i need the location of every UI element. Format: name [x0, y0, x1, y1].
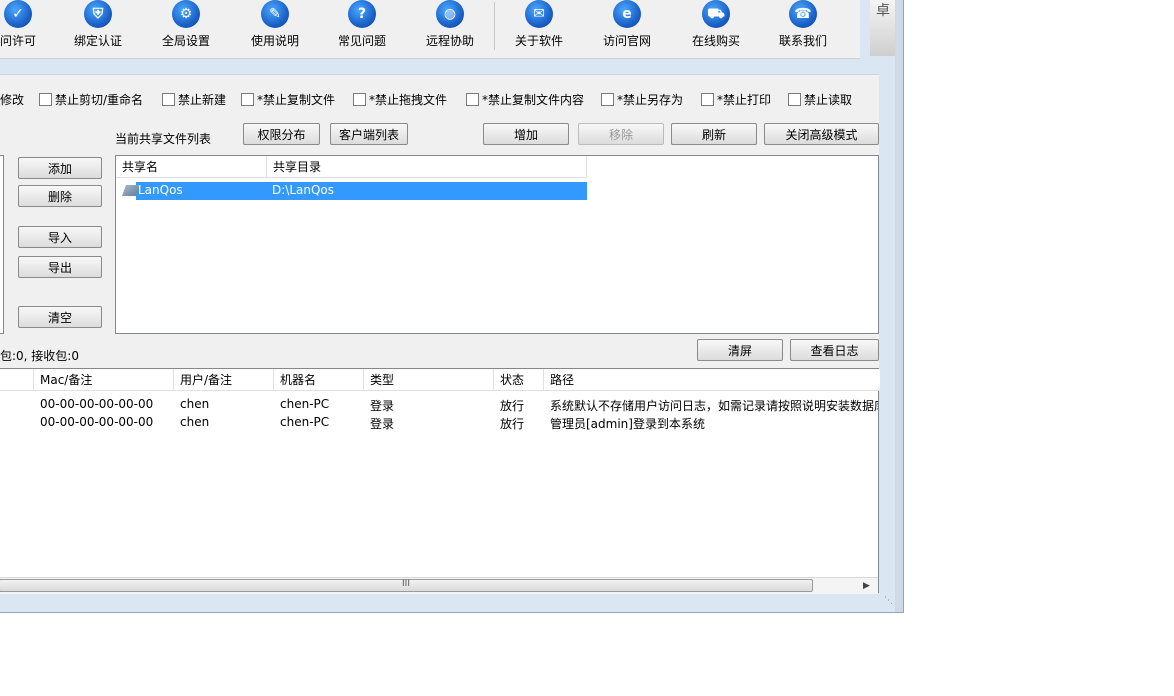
- column-header-blank[interactable]: [0, 369, 34, 391]
- cart-icon: ⛟: [702, 0, 730, 28]
- clear-screen-button[interactable]: 清屏: [697, 339, 783, 361]
- column-header-path[interactable]: 路径: [544, 369, 880, 391]
- column-header-machine[interactable]: 机器名: [274, 369, 364, 391]
- question-icon: ?: [348, 0, 376, 28]
- checkbox-box[interactable]: [241, 93, 254, 106]
- column-header-status[interactable]: 状态: [494, 369, 544, 391]
- add-user-button[interactable]: 添加: [18, 157, 102, 179]
- column-header-share-name[interactable]: 共享名: [116, 156, 267, 178]
- log-type-cell: 登录: [370, 399, 395, 413]
- log-path-cell: 管理员[admin]登录到本系统: [550, 417, 705, 431]
- column-header-user[interactable]: 用户/备注: [174, 369, 274, 391]
- checkbox-box[interactable]: [162, 93, 175, 106]
- checkbox-box[interactable]: [39, 93, 52, 106]
- checkbox-box[interactable]: [788, 93, 801, 106]
- toolbar-website-button[interactable]: e 访问官网: [595, 0, 659, 58]
- log-user-cell: chen: [180, 415, 210, 429]
- toolbar-faq-button[interactable]: ? 常见问题: [330, 0, 394, 58]
- log-type-cell: 登录: [370, 417, 395, 431]
- toolbar: ✓ 问许可 ⛨ 绑定认证 ⚙ 全局设置 ✎ 使用说明 ? 常见问题 ◍ 远程协助…: [0, 0, 860, 59]
- main-window: ✓ 问许可 ⛨ 绑定认证 ⚙ 全局设置 ✎ 使用说明 ? 常见问题 ◍ 远程协助…: [0, 0, 904, 613]
- toolbar-about-button[interactable]: ✉ 关于软件: [507, 0, 571, 58]
- restrict-drag-file-checkbox[interactable]: *禁止拖拽文件: [353, 91, 447, 108]
- remove-share-button[interactable]: 移除: [578, 123, 664, 145]
- key-icon: ✓: [4, 0, 32, 28]
- toolbar-manual-button[interactable]: ✎ 使用说明: [243, 0, 307, 58]
- log-table[interactable]: Mac/备注 用户/备注 机器名 类型 状态 路径 00-00-00-00-00…: [0, 368, 880, 594]
- window-edge-scrollbar[interactable]: [895, 0, 903, 612]
- user-list-box[interactable]: [0, 155, 4, 334]
- globe-icon: ◍: [436, 0, 464, 28]
- refresh-button[interactable]: 刷新: [671, 123, 757, 145]
- restrict-copy-content-checkbox[interactable]: *禁止复制文件内容: [466, 91, 584, 108]
- graduation-cap-icon: ✎: [261, 0, 289, 28]
- view-log-button[interactable]: 查看日志: [790, 339, 879, 361]
- ie-icon: e: [613, 0, 641, 28]
- shares-title: 当前共享文件列表: [115, 132, 212, 146]
- toolbar-buy-online-button[interactable]: ⛟ 在线购买: [684, 0, 748, 58]
- toolbar-bind-auth-button[interactable]: ⛨ 绑定认证: [66, 0, 130, 58]
- column-header-type[interactable]: 类型: [364, 369, 494, 391]
- restrict-print-checkbox[interactable]: *禁止打印: [701, 91, 771, 108]
- restrict-copy-file-checkbox[interactable]: *禁止复制文件: [241, 91, 335, 108]
- close-advanced-mode-button[interactable]: 关闭高级模式: [764, 123, 879, 145]
- clear-list-button[interactable]: 清空: [18, 306, 102, 328]
- log-mac-cell: 00-00-00-00-00-00: [40, 397, 154, 411]
- scrollbar-grip: III: [402, 579, 410, 589]
- phone-icon: ☎: [789, 0, 817, 28]
- logo-landscape-image: 卓: [870, 0, 896, 56]
- checkbox-box[interactable]: [353, 93, 366, 106]
- export-button[interactable]: 导出: [18, 256, 102, 278]
- restrict-save-as-checkbox[interactable]: *禁止另存为: [601, 91, 683, 108]
- checkbox-box[interactable]: [466, 93, 479, 106]
- scrollbar-thumb[interactable]: III: [0, 579, 813, 592]
- toolbar-global-settings-button[interactable]: ⚙ 全局设置: [154, 0, 218, 58]
- checkbox-box[interactable]: [601, 93, 614, 106]
- import-button[interactable]: 导入: [18, 226, 102, 248]
- table-row-selected[interactable]: [136, 182, 587, 200]
- shares-panel: 当前共享文件列表 权限分布 客户端列表 增加 移除 刷新 关闭高级模式 添加 删…: [0, 118, 879, 334]
- log-mac-cell: 00-00-00-00-00-00: [40, 415, 154, 429]
- log-user-cell: chen: [180, 397, 210, 411]
- client-list-button[interactable]: 客户端列表: [330, 123, 408, 145]
- restrict-read-checkbox[interactable]: 禁止读取: [788, 91, 852, 108]
- restriction-options: 修改 禁止剪切/重命名 禁止新建 *禁止复制文件 *禁止拖拽文件 *禁止复制文件…: [0, 74, 879, 119]
- scroll-right-arrow-icon[interactable]: ▶: [863, 581, 870, 591]
- log-toolbar: 包:0, 接收包:0 清屏 查看日志: [0, 334, 879, 368]
- log-status-cell: 放行: [500, 399, 525, 413]
- share-list-table[interactable]: 共享名 共享目录 LanQos D:\LanQos: [115, 155, 879, 334]
- share-name-cell[interactable]: LanQos: [138, 183, 183, 197]
- column-header-share-dir[interactable]: 共享目录: [267, 156, 587, 178]
- shield-icon: ⛨: [84, 0, 112, 28]
- share-path-cell[interactable]: D:\LanQos: [272, 183, 334, 197]
- resize-grip-icon[interactable]: ⋱: [884, 596, 893, 606]
- permission-distribution-button[interactable]: 权限分布: [243, 123, 320, 145]
- restrict-modify-checkbox[interactable]: 修改: [0, 91, 24, 108]
- restrict-cut-rename-checkbox[interactable]: 禁止剪切/重命名: [39, 91, 143, 108]
- delete-user-button[interactable]: 删除: [18, 185, 102, 207]
- toolbar-access-permission-button[interactable]: ✓ 问许可: [0, 0, 50, 58]
- add-share-button[interactable]: 增加: [483, 123, 569, 145]
- checkbox-box[interactable]: [701, 93, 714, 106]
- toolbar-remote-assist-button[interactable]: ◍ 远程协助: [418, 0, 482, 58]
- logo-glyph: 卓: [876, 3, 890, 19]
- gear-icon: ⚙: [172, 0, 200, 28]
- restrict-new-checkbox[interactable]: 禁止新建: [162, 91, 226, 108]
- column-header-mac[interactable]: Mac/备注: [34, 369, 174, 391]
- log-machine-cell: chen-PC: [280, 397, 330, 411]
- log-path-cell: 系统默认不存储用户访问日志，如需记录请按照说明安装数据库: [550, 399, 878, 413]
- toolbar-contact-button[interactable]: ☎ 联系我们: [771, 0, 835, 58]
- log-status-cell: 放行: [500, 417, 525, 431]
- log-machine-cell: chen-PC: [280, 415, 330, 429]
- packet-status-text: 包:0, 接收包:0: [0, 349, 79, 363]
- log-horizontal-scrollbar[interactable]: III ▶: [0, 577, 878, 594]
- document-icon: ✉: [525, 0, 553, 28]
- toolbar-separator: [494, 2, 495, 50]
